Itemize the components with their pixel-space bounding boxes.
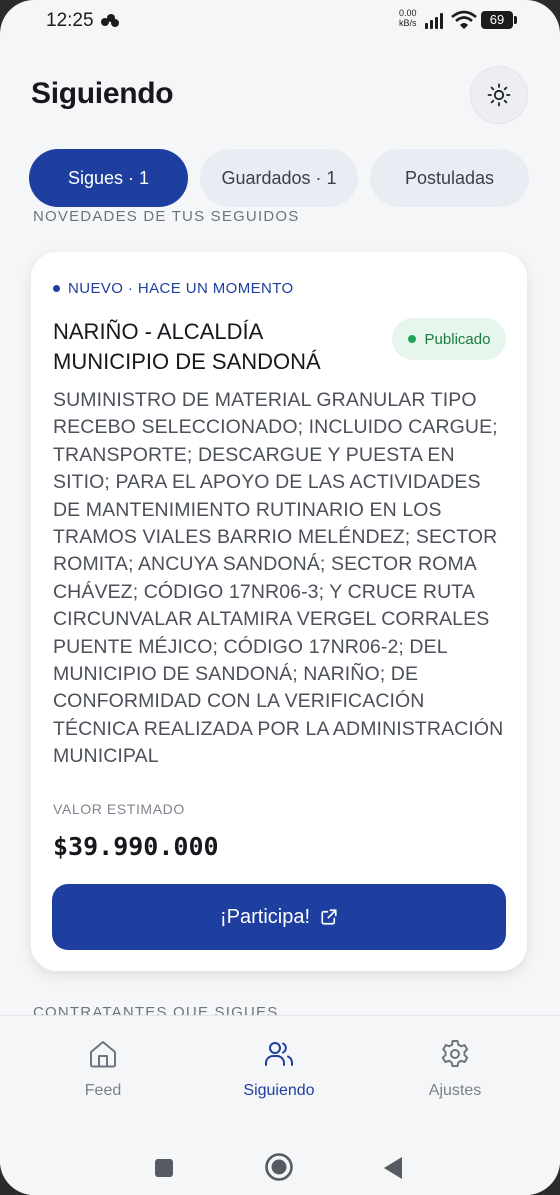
recents-icon[interactable] [154,1158,174,1178]
wifi-icon [451,10,477,30]
card-entity-line1: NARIÑO - ALCALDÍA [53,319,264,344]
system-nav-bar [0,1115,560,1195]
notification-icon [101,14,119,28]
tab-postuladas[interactable]: Postuladas [370,149,529,207]
status-bar: 12:25 0.00 kB/s 69 [0,0,560,46]
back-icon[interactable] [383,1156,403,1180]
net-speed: 0.00 kB/s [399,8,417,28]
status-time: 12:25 [46,10,94,31]
phone-screen: 12:25 0.00 kB/s 69 Siguiendo Sigues · 1 … [0,0,560,1195]
bottom-nav: Feed Siguiendo Ajustes [0,1015,560,1115]
filter-tabs: Sigues · 1 Guardados · 1 Postuladas [29,149,529,207]
card-meta: NUEVO · HACE UN MOMENTO [53,280,294,297]
page-title: Siguiendo [31,77,174,110]
external-link-icon [321,909,337,925]
card-entity: NARIÑO - ALCALDÍA MUNICIPIO DE SANDONÁ [53,317,373,377]
tab-guardados[interactable]: Guardados · 1 [200,149,358,207]
nav-label-siguiendo: Siguiendo [243,1082,315,1099]
home-button-icon[interactable] [264,1152,294,1182]
sun-icon [487,83,511,107]
nav-item-feed[interactable]: Feed [10,1016,196,1116]
status-badge: Publicado [392,318,506,360]
card-entity-line2: MUNICIPIO DE SANDONÁ [53,349,321,374]
status-dot-icon [407,335,416,343]
tab-sigues[interactable]: Sigues · 1 [29,149,188,207]
battery-indicator: 69 [481,11,517,29]
nav-label-feed: Feed [84,1082,122,1099]
participate-button-label: ¡Participa! [219,905,311,928]
new-dot-icon [53,285,60,292]
nav-item-ajustes[interactable]: Ajustes [362,1016,548,1116]
gear-icon [441,1040,469,1067]
value-amount: $39.990.000 [53,832,219,861]
tender-card[interactable]: NUEVO · HACE UN MOMENTO NARIÑO - ALCALDÍ… [31,252,527,971]
theme-toggle-button[interactable] [470,66,528,124]
card-meta-text: NUEVO · HACE UN MOMENTO [68,280,294,297]
status-badge-label: Publicado [424,330,491,348]
net-speed-unit: kB/s [399,18,417,28]
participate-button[interactable]: ¡Participa! [52,884,506,950]
home-icon [90,1041,116,1068]
section-contractors-label: CONTRATANTES QUE SIGUES [33,1004,279,1015]
nav-item-siguiendo[interactable]: Siguiendo [186,1016,372,1116]
nav-label-ajustes: Ajustes [428,1082,482,1099]
card-description: SUMINISTRO DE MATERIAL GRANULAR TIPO REC… [53,389,504,768]
section-updates-label: NOVEDADES DE TUS SEGUIDOS [33,208,300,225]
value-label: VALOR ESTIMADO [53,801,185,817]
net-speed-value: 0.00 [399,8,417,18]
signal-icon [425,13,447,29]
users-icon [265,1042,293,1066]
